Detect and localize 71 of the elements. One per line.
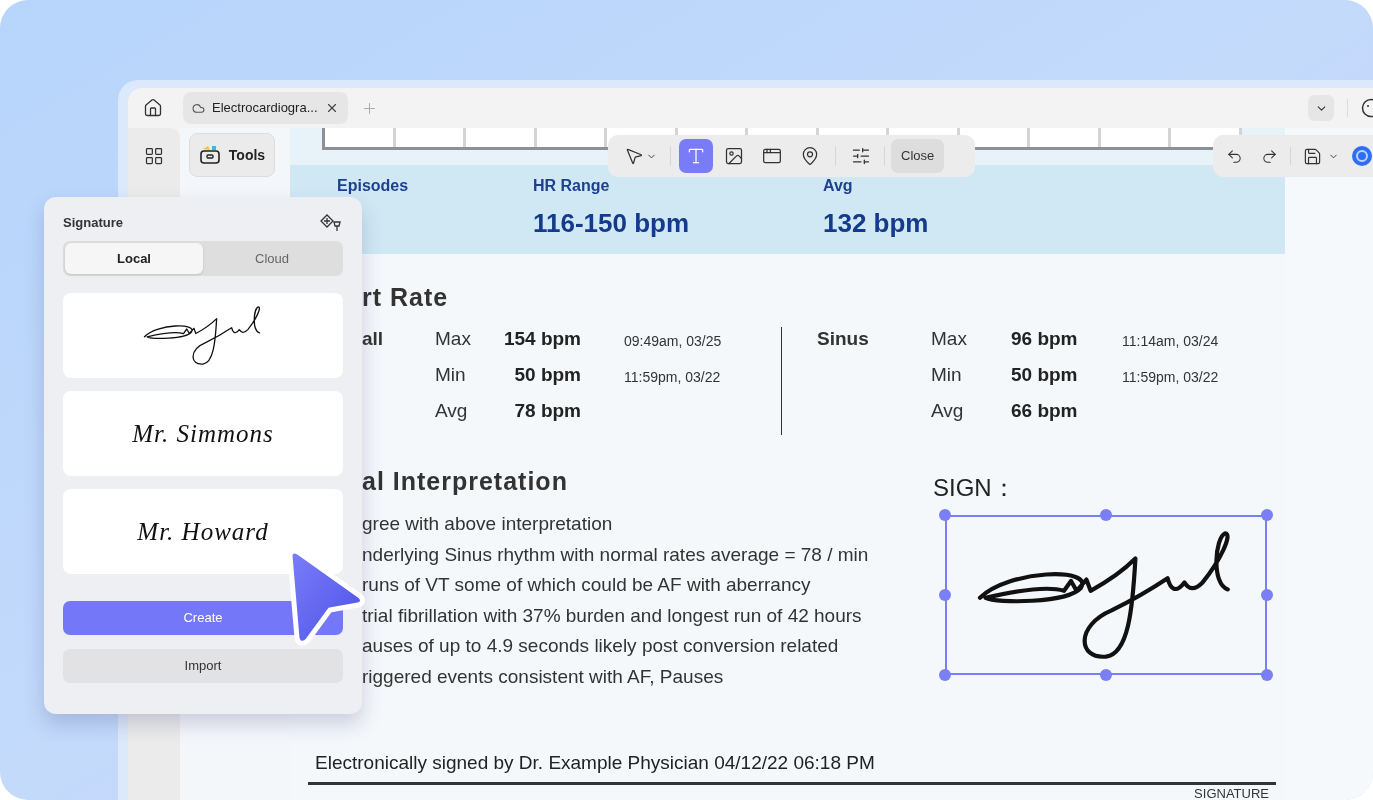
handwritten-signature: Mr. Howard (137, 516, 269, 547)
resize-handle[interactable] (1100, 509, 1112, 521)
summary-label: Avg (823, 176, 854, 196)
signature-card[interactable] (63, 293, 343, 378)
stat-label: Min (435, 362, 467, 387)
interpretation-line: trial fibrillation with 37% burden and longest run of 42 hours (362, 603, 863, 628)
resize-handle[interactable] (1261, 509, 1273, 521)
window-link-icon (762, 146, 782, 166)
stat-label: Max (931, 326, 968, 351)
stat-value: 96 bpm (1011, 326, 1079, 351)
home-button[interactable] (142, 97, 164, 119)
resize-handle[interactable] (1261, 589, 1273, 601)
stat-value: 50 bpm (513, 362, 581, 387)
undo-icon[interactable] (1226, 147, 1243, 165)
image-icon (724, 146, 744, 166)
text-icon (686, 146, 706, 166)
stat-label: Avg (931, 398, 965, 423)
interpretation-line: riggered events consistent with AF, Pauses (362, 664, 725, 689)
signature-caption: SIGNATURE (1193, 785, 1270, 800)
stat-label: Min (931, 362, 963, 387)
resize-handle[interactable] (939, 509, 951, 521)
stat-label: Max (435, 326, 472, 351)
logo-icon[interactable] (1351, 145, 1373, 167)
stat-label: Avg (435, 398, 469, 423)
stat-time: 09:49am, 03/25 (624, 331, 722, 351)
resize-handle[interactable] (939, 669, 951, 681)
interpretation-line: auses of up to 4.9 seconds likely post conversion related (362, 634, 840, 658)
panel-title: Signature (63, 214, 123, 233)
grid-icon[interactable] (144, 146, 164, 166)
summary-label: Episodes (337, 176, 410, 196)
map-pin-icon (800, 146, 820, 166)
signature-card[interactable]: Mr. Simmons (63, 391, 343, 476)
section-heading: al Interpretation (362, 467, 569, 495)
cloud-icon (192, 101, 205, 115)
group-name: Sinus (817, 327, 870, 351)
pin-icon[interactable] (319, 213, 343, 233)
resize-handle[interactable] (1100, 669, 1112, 681)
close-icon[interactable] (325, 101, 339, 115)
close-button[interactable]: Close (891, 139, 945, 173)
summary-label: HR Range (533, 176, 611, 196)
interpretation-line: gree with above interpretation (362, 512, 614, 536)
stat-value: 78 bpm (513, 398, 581, 423)
segment-tab[interactable]: Cloud (203, 243, 341, 274)
stat-time: 11:59pm, 03/22 (1122, 367, 1219, 387)
stat-value: 66 bpm (1011, 398, 1079, 423)
selection-frame[interactable] (945, 515, 1267, 675)
interpretation-line: runs of VT some of which could be AF with aberrancy (362, 573, 812, 597)
redo-icon[interactable] (1261, 147, 1278, 165)
stat-time: 11:59pm, 03/22 (624, 367, 721, 387)
sign-label: SIGN： (933, 474, 1017, 502)
stat-time: 11:14am, 03/24 (1122, 331, 1219, 351)
interpretation-line: nderlying Sinus rhythm with normal rates average = 78 / min (362, 542, 870, 567)
handwritten-signature: Mr. Simmons (132, 418, 274, 449)
stat-value: 50 bpm (1011, 362, 1079, 387)
signed-by-text: Electronically signed by Dr. Example Physician 04/12/22 06:18 PM (314, 750, 876, 775)
signature-card[interactable]: Mr. Howard (63, 489, 343, 574)
sliders-icon (851, 146, 871, 166)
save-icon[interactable] (1303, 146, 1322, 166)
toolbox-icon (198, 145, 221, 165)
resize-handle[interactable] (939, 589, 951, 601)
group-name: all (362, 327, 385, 351)
summary-value: 132 bpm (823, 207, 930, 240)
summary-value: 116-150 bpm (533, 207, 691, 240)
segment-tab[interactable]: Local (65, 243, 203, 274)
import-button[interactable]: Import (63, 649, 343, 683)
tools-button[interactable]: Tools (189, 133, 275, 177)
tab-title: Electrocardiogra... (212, 99, 318, 118)
stat-value: 154 bpm (502, 326, 581, 351)
document-tab[interactable]: Electrocardiogra... (183, 92, 348, 124)
section-heading: rt Rate (362, 283, 450, 311)
resize-handle[interactable] (1261, 669, 1273, 681)
